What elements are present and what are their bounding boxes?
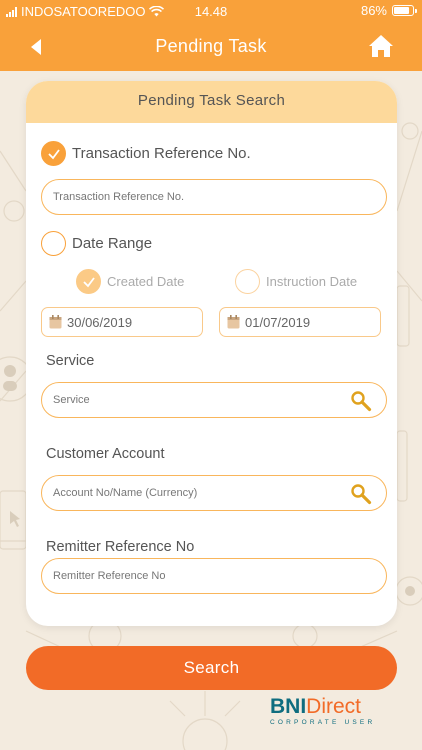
- check-icon: [47, 148, 60, 159]
- service-placeholder: Service: [53, 394, 90, 406]
- bni-direct-logo: BNIDirect CORPORATE USER: [270, 695, 376, 727]
- card-title: Pending Task Search: [26, 81, 397, 123]
- transaction-ref-placeholder: Transaction Reference No.: [53, 191, 185, 203]
- date-range-option[interactable]: Date Range: [41, 231, 152, 256]
- created-date-option[interactable]: Created Date: [76, 269, 184, 294]
- app-header: Pending Task: [0, 22, 422, 71]
- battery-percent: 86%: [360, 3, 387, 18]
- instruction-date-label: Instruction Date: [266, 274, 358, 289]
- transaction-ref-label: Transaction Reference No.: [72, 145, 251, 162]
- radio-created-date[interactable]: [76, 269, 101, 294]
- remitter-ref-label: Remitter Reference No: [46, 539, 195, 555]
- customer-account-label: Customer Account: [46, 446, 165, 462]
- to-date-value: 01/07/2019: [245, 314, 311, 330]
- customer-account-input[interactable]: Account No/Name (Currency): [41, 475, 387, 511]
- remitter-ref-input[interactable]: Remitter Reference No: [41, 558, 387, 594]
- radio-instruction-date[interactable]: [235, 269, 260, 294]
- page-title: Pending Task: [155, 36, 267, 56]
- remitter-ref-placeholder: Remitter Reference No: [53, 570, 166, 582]
- search-icon[interactable]: [350, 483, 372, 505]
- from-date-field[interactable]: 30/06/2019: [41, 307, 203, 337]
- customer-account-placeholder: Account No/Name (Currency): [53, 487, 198, 499]
- pending-task-search-card: Pending Task Search Transaction Referenc…: [26, 81, 397, 626]
- brand-name-bold: BNI: [270, 695, 307, 718]
- battery-icon: [392, 5, 417, 16]
- date-range-label: Date Range: [72, 235, 153, 252]
- instruction-date-option[interactable]: Instruction Date: [235, 269, 357, 294]
- clock: 14.48: [194, 4, 228, 19]
- status-bar: INDOSATOOREDOO 14.48 86%: [0, 0, 422, 22]
- check-icon: [82, 276, 95, 287]
- calendar-icon: [227, 315, 240, 329]
- checkbox-checked[interactable]: [41, 141, 66, 166]
- brand-tagline: CORPORATE USER: [270, 719, 376, 726]
- to-date-field[interactable]: 01/07/2019: [219, 307, 381, 337]
- service-label: Service: [46, 353, 95, 369]
- brand-name-light: Direct: [306, 695, 362, 718]
- from-date-value: 30/06/2019: [67, 314, 133, 330]
- battery-status: 86%: [360, 3, 417, 18]
- home-icon[interactable]: [368, 33, 394, 59]
- transaction-ref-option[interactable]: Transaction Reference No.: [41, 141, 251, 166]
- calendar-icon: [49, 315, 62, 329]
- created-date-label: Created Date: [107, 274, 185, 289]
- checkbox-unchecked[interactable]: [41, 231, 66, 256]
- search-button[interactable]: Search: [26, 646, 397, 690]
- transaction-ref-input[interactable]: Transaction Reference No.: [41, 179, 387, 215]
- service-input[interactable]: Service: [41, 382, 387, 418]
- search-icon[interactable]: [350, 390, 372, 412]
